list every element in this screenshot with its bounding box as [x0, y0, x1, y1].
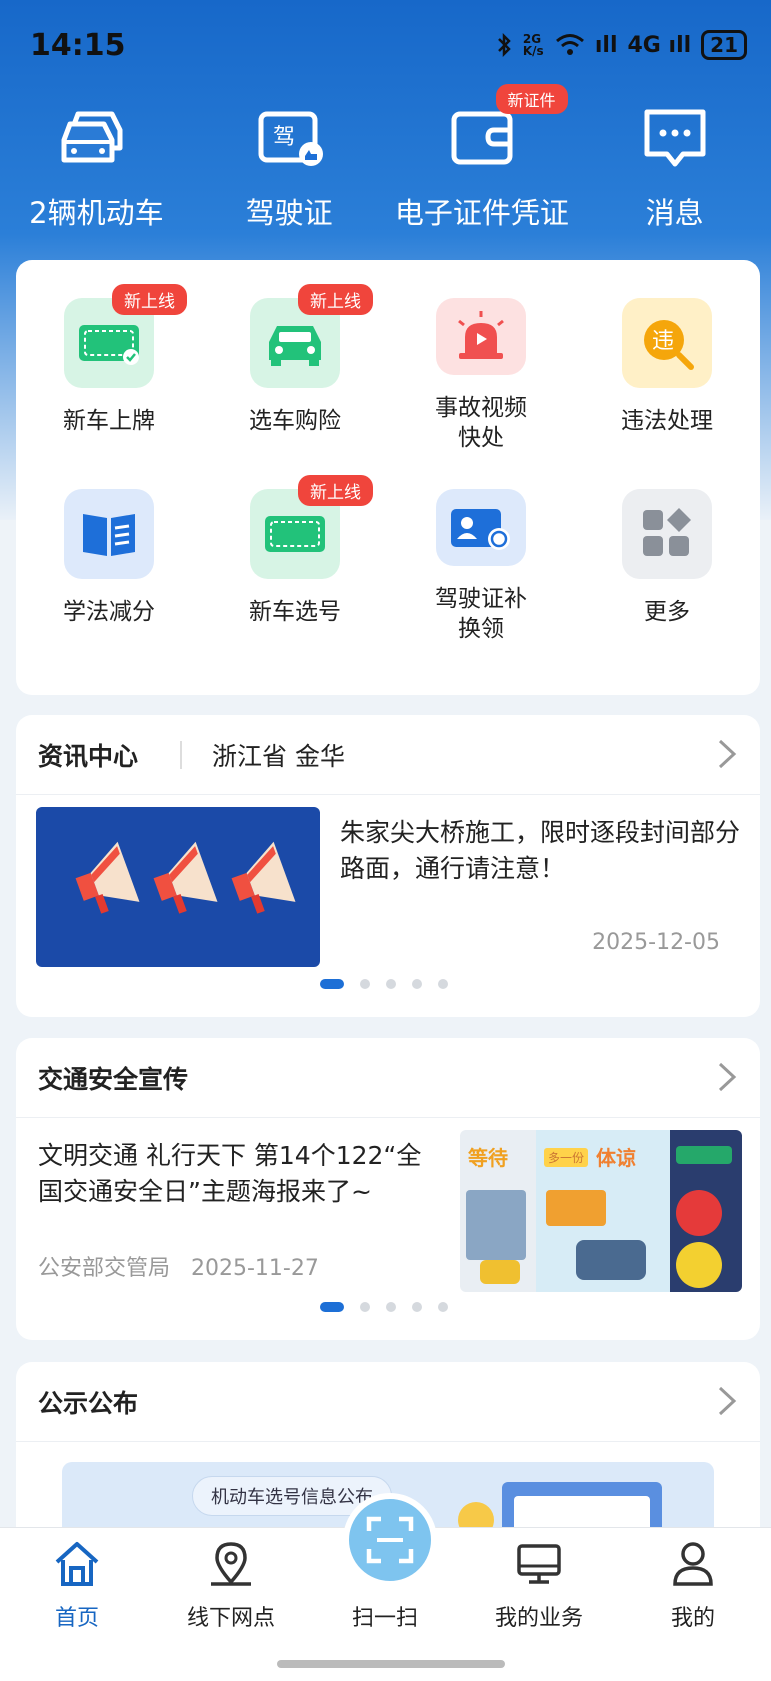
divider — [180, 741, 182, 769]
tab-mine[interactable]: 我的 — [616, 1538, 770, 1632]
service-new-car-plate[interactable]: 新上线 新车上牌 — [16, 284, 202, 453]
news-date: 2025-12-05 — [592, 930, 720, 955]
scan-button[interactable] — [343, 1493, 437, 1587]
carousel-dot — [360, 979, 370, 989]
carousel-dot-active — [320, 1302, 344, 1312]
service-accident-video[interactable]: 事故视频 快处 — [388, 298, 574, 453]
carousel-dot — [412, 979, 422, 989]
user-icon — [673, 1542, 713, 1586]
service-violation[interactable]: 违 违法处理 — [574, 298, 760, 453]
carousel-dot — [412, 1302, 422, 1312]
news-region[interactable]: 浙江省 金华 — [212, 737, 345, 773]
news-headline[interactable]: 朱家尖大桥施工，限时逐段封间部分路面，通行请注意！ — [340, 815, 740, 887]
news-header[interactable]: 资讯中心 浙江省 金华 — [16, 715, 760, 795]
tab-offline-locations[interactable]: 线下网点 — [154, 1538, 308, 1632]
carousel-dot — [386, 1302, 396, 1312]
violation-icon: 违 — [622, 298, 712, 388]
carousel-dot — [360, 1302, 370, 1312]
safety-header[interactable]: 交通安全宣传 — [16, 1038, 760, 1118]
top-shortcuts: 2辆机动车 驾 驾驶证 新证件 电子证件凭证 消息 — [0, 84, 771, 240]
network-speed: 2G K/s — [522, 32, 544, 58]
poster-panel-traffic-light — [670, 1130, 742, 1292]
safety-date: 2025-11-27 — [191, 1256, 319, 1281]
status-bar: 14:15 2G K/s ıll 4G ıll 21 — [0, 0, 771, 92]
signal-2: 4G ıll — [627, 32, 692, 58]
scan-icon — [366, 1516, 414, 1564]
news-center-card: 资讯中心 浙江省 金华 朱家尖大桥施工，限时逐段封间部分路面，通行请注意！ 20… — [16, 715, 760, 1017]
signal-1: ıll — [594, 32, 618, 58]
alarm-light-icon — [436, 298, 526, 375]
safety-headline[interactable]: 文明交通 礼行天下 第14个122“全国交通安全日”主题海报来了~ — [38, 1138, 438, 1210]
status-time: 14:15 — [30, 28, 126, 63]
safety-carousel-dots — [320, 1302, 448, 1312]
safety-poster-image[interactable]: 等待 多一份 体谅 — [460, 1130, 742, 1292]
safety-title: 交通安全宣传 — [38, 1065, 189, 1094]
traffic-safety-card: 交通安全宣传 文明交通 礼行天下 第14个122“全国交通安全日”主题海报来了~… — [16, 1038, 760, 1340]
news-image-megaphones[interactable] — [36, 807, 320, 967]
service-grid: 新上线 新车上牌 新上线 选车购险 事故视频 快处 违 违法处理 学法减分 新上… — [16, 284, 760, 644]
location-icon — [211, 1542, 251, 1586]
chevron-right-icon[interactable] — [716, 1060, 738, 1094]
car-icon — [61, 111, 123, 163]
e-certificate-shortcut[interactable]: 新证件 电子证件凭证 — [386, 84, 579, 240]
safety-source: 公安部交管局 — [38, 1256, 171, 1281]
message-icon — [644, 109, 706, 167]
notice-title: 公示公布 — [38, 1389, 139, 1418]
carousel-dot — [386, 979, 396, 989]
wifi-icon — [555, 34, 584, 55]
id-card-icon — [436, 489, 526, 566]
chevron-right-icon[interactable] — [716, 1384, 738, 1418]
service-study-law[interactable]: 学法减分 — [16, 489, 202, 644]
license-card-icon: 驾 — [258, 111, 324, 166]
new-launch-badge: 新上线 — [112, 284, 187, 315]
battery-icon: 21 — [701, 30, 747, 60]
service-car-insurance[interactable]: 新上线 选车购险 — [202, 284, 388, 453]
more-apps-icon — [622, 489, 712, 579]
news-carousel-dots — [320, 979, 448, 989]
home-indicator[interactable] — [277, 1660, 505, 1668]
carousel-dot — [438, 979, 448, 989]
messages-shortcut[interactable]: 消息 — [578, 100, 771, 240]
safety-meta: 公安部交管局 2025-11-27 — [38, 1250, 319, 1282]
carousel-dot-active — [320, 979, 344, 989]
bluetooth-icon — [497, 32, 511, 58]
poster-panel-understanding: 多一份 体谅 — [536, 1130, 670, 1292]
service-license-renew[interactable]: 驾驶证补 换领 — [388, 489, 574, 644]
status-icons: 2G K/s ıll 4G ıll 21 — [495, 30, 747, 60]
driver-license-shortcut[interactable]: 驾 驾驶证 — [193, 100, 386, 240]
book-icon — [64, 489, 154, 579]
tab-home[interactable]: 首页 — [0, 1538, 154, 1632]
new-cert-badge: 新证件 — [495, 84, 568, 114]
svg-text:驾: 驾 — [273, 125, 295, 150]
service-grid-card: 新上线 新车上牌 新上线 选车购险 事故视频 快处 违 违法处理 学法减分 新上… — [16, 260, 760, 695]
poster-panel-wait: 等待 — [460, 1130, 536, 1292]
service-more[interactable]: 更多 — [574, 489, 760, 644]
service-plate-select[interactable]: 新上线 新车选号 — [202, 475, 388, 644]
vehicles-shortcut[interactable]: 2辆机动车 — [0, 100, 193, 240]
tab-my-business[interactable]: 我的业务 — [462, 1538, 616, 1632]
new-launch-badge: 新上线 — [298, 475, 373, 506]
svg-text:违: 违 — [652, 329, 674, 354]
home-icon — [55, 1542, 99, 1586]
new-launch-badge: 新上线 — [298, 284, 373, 315]
news-title: 资讯中心 — [38, 742, 139, 771]
notice-header[interactable]: 公示公布 — [16, 1362, 760, 1442]
carousel-dot — [438, 1302, 448, 1312]
chevron-right-icon[interactable] — [716, 737, 738, 771]
monitor-icon — [517, 1544, 561, 1584]
